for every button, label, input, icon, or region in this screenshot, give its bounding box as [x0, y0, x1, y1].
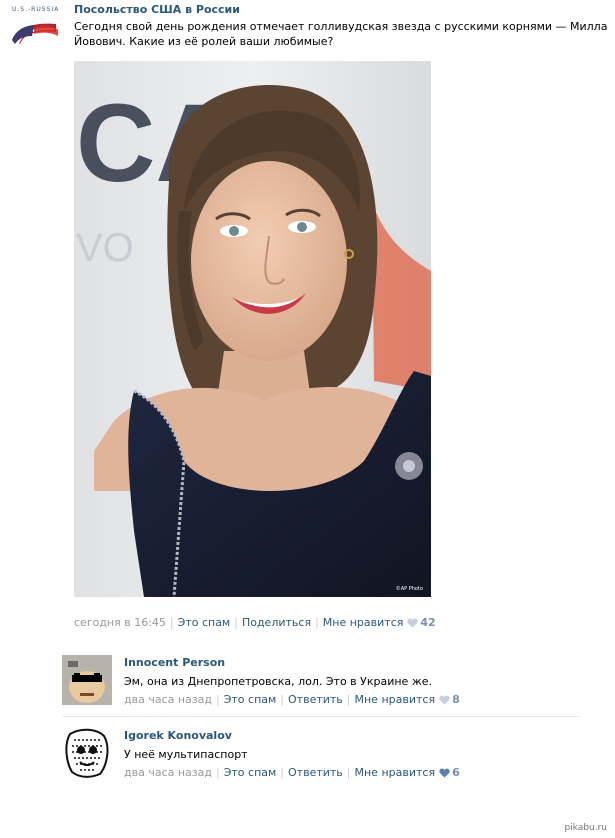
- like-link[interactable]: Мне нравится: [323, 616, 404, 629]
- svg-text:VO: VO: [76, 226, 134, 270]
- reply-link[interactable]: Ответить: [288, 693, 343, 706]
- comment-author-link[interactable]: Innocent Person: [124, 656, 225, 669]
- post-meta: сегодня в 16:45 | Это спам | Поделиться | Мне …: [74, 616, 436, 629]
- watermark: pikabu.ru: [564, 823, 607, 833]
- like-count: 6: [452, 766, 460, 779]
- post-text: Сегодня свой день рождения отмечает голл…: [74, 20, 608, 48]
- comment-text: Эм, она из Днепропетровска, лол. Это в У…: [124, 675, 432, 688]
- comment-avatar[interactable]: [62, 655, 112, 705]
- spam-link[interactable]: Это спам: [178, 616, 231, 629]
- comment-date-link[interactable]: два часа назад: [124, 766, 212, 779]
- comment-meta: два часа назад | Это спам | Ответить | Мне нра…: [124, 766, 460, 779]
- separator: |: [234, 616, 238, 629]
- separator: |: [169, 616, 174, 629]
- reply-link[interactable]: Ответить: [288, 766, 343, 779]
- heart-icon[interactable]: [407, 618, 419, 628]
- heart-icon[interactable]: [439, 768, 450, 778]
- separator: |: [346, 693, 351, 706]
- group-avatar[interactable]: U.S.-RUSSIA: [10, 6, 60, 46]
- comment-author-link[interactable]: Igorek Konovalov: [124, 729, 232, 742]
- separator: |: [215, 766, 220, 779]
- separator: |: [215, 693, 220, 706]
- comment-date-link[interactable]: два часа назад: [124, 693, 212, 706]
- separator: |: [280, 693, 285, 706]
- post-date-link[interactable]: сегодня в 16:45: [74, 616, 166, 629]
- separator: |: [280, 766, 285, 779]
- portrait-image: CA VO: [74, 61, 431, 597]
- avatar-icon: [62, 655, 112, 705]
- post-photo[interactable]: CA VO ©AP Photo: [74, 61, 431, 597]
- spam-link[interactable]: Это спам: [224, 766, 277, 779]
- avatar-icon: [62, 728, 112, 778]
- like-count: 42: [420, 616, 436, 629]
- spam-link[interactable]: Это спам: [224, 693, 277, 706]
- comment-divider: [62, 716, 580, 717]
- separator: |: [346, 766, 351, 779]
- heart-icon[interactable]: [439, 695, 450, 705]
- separator: |: [315, 616, 319, 629]
- comment-avatar[interactable]: [62, 728, 112, 778]
- like-link[interactable]: Мне нравится: [355, 693, 436, 706]
- share-link[interactable]: Поделиться: [242, 616, 311, 629]
- photo-credit: ©AP Photo: [395, 586, 423, 592]
- like-link[interactable]: Мне нравится: [355, 766, 436, 779]
- avatar-caption: U.S.-RUSSIA: [12, 6, 60, 13]
- post-author-link[interactable]: Посольство США в России: [74, 3, 240, 16]
- comment-text: У неё мультипаспорт: [124, 748, 248, 761]
- comment-meta: два часа назад | Это спам | Ответить | Мне нра…: [124, 693, 460, 706]
- like-count: 8: [452, 693, 460, 706]
